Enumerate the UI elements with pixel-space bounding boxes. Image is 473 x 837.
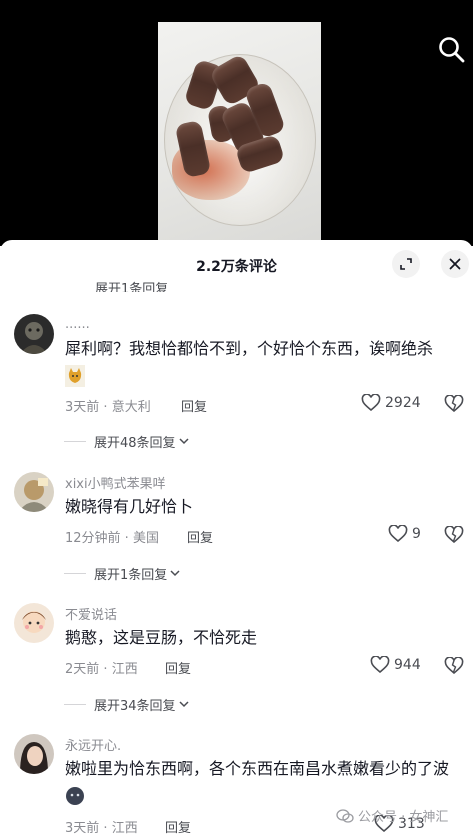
watermark-text: 公众号 · 女神汇 [358, 810, 449, 825]
comment-meta: 2天前 · 江西 [65, 662, 138, 677]
expand-replies-label: 展开34条回复 [94, 698, 176, 714]
comment-time: 3天前 [65, 400, 100, 415]
expand-replies[interactable]: 展开48条回复 [64, 431, 190, 451]
avatar[interactable] [14, 314, 54, 354]
chevron-down-icon [179, 701, 189, 708]
like-button[interactable]: 944 [370, 656, 421, 674]
username[interactable]: ...... [65, 317, 90, 332]
username[interactable]: 永远开心. [65, 735, 121, 754]
comment-text: 鹅憨，这是豆肠，不恰死走 [65, 628, 258, 647]
comment-text: 嫩晓得有几好恰卜 [65, 497, 194, 516]
heart-icon [370, 656, 390, 674]
comment-meta: 3天前 · 意大利 [65, 400, 151, 415]
search-button[interactable] [436, 34, 468, 66]
username[interactable]: 不爱说话 [65, 604, 117, 623]
reply-button[interactable]: 回复 [187, 527, 213, 546]
video-player[interactable] [0, 0, 473, 246]
heart-icon [388, 525, 408, 543]
comment-location: 江西 [111, 821, 138, 836]
comment-time: 2天前 [65, 662, 100, 677]
video-thumbnail [158, 22, 321, 246]
close-icon [449, 258, 461, 270]
expand-replies-label: 展开1条回复 [94, 567, 168, 583]
avatar[interactable] [14, 472, 54, 512]
broken-heart-icon [444, 656, 464, 675]
comment-time: 3天前 [65, 821, 100, 836]
comment-text-body: 犀利啊？我想恰都恰不到，个好恰个东西，诶啊绝杀 [65, 339, 434, 358]
comment-location: 意大利 [111, 400, 151, 415]
like-count: 944 [394, 657, 421, 673]
reply-button[interactable]: 回复 [165, 658, 191, 677]
like-button[interactable]: 2924 [361, 394, 421, 412]
chevron-down-icon [179, 438, 189, 445]
collapse-icon [400, 258, 412, 270]
expand-replies-label: 展开48条回复 [94, 435, 176, 451]
dislike-button[interactable] [444, 394, 464, 417]
reply-button[interactable]: 回复 [181, 396, 207, 415]
heart-icon [361, 394, 381, 412]
search-icon [439, 37, 465, 63]
broken-heart-icon [444, 394, 464, 413]
comment-text: 嫩啦里为恰东西啊，各个东西在南昌水煮嫩看少的了波 [65, 756, 461, 808]
avatar[interactable] [14, 603, 54, 643]
avatar[interactable] [14, 734, 54, 774]
comment-location: 美国 [132, 531, 159, 546]
wechat-logo-icon [336, 808, 354, 823]
expand-divider [64, 440, 86, 442]
partial-reply-clip: 展开1条回复 [0, 274, 473, 292]
username[interactable]: xixi小鸭式苯果咩 [65, 473, 166, 492]
comment-meta: 12分钟前 · 美国 [65, 531, 159, 546]
dark-face-emoji-icon [66, 786, 84, 805]
dislike-button[interactable] [444, 656, 464, 679]
dislike-button[interactable] [444, 525, 464, 548]
chevron-down-icon [170, 570, 180, 577]
partial-expand-replies[interactable]: 展开1条回复 [95, 278, 168, 292]
comment-time: 12分钟前 [65, 531, 121, 546]
expand-divider [64, 703, 86, 705]
comment-location: 江西 [111, 662, 138, 677]
broken-heart-icon [444, 525, 464, 544]
comment-text: 犀利啊？我想恰都恰不到，个好恰个东西，诶啊绝杀 [65, 336, 461, 388]
expand-replies[interactable]: 展开1条回复 [64, 563, 181, 583]
expand-replies[interactable]: 展开34条回复 [64, 694, 190, 714]
like-button[interactable]: 9 [388, 525, 421, 543]
like-count: 9 [412, 526, 421, 542]
cat-sticker-icon [65, 364, 85, 387]
comment-meta: 3天前 · 江西 [65, 821, 138, 836]
like-count: 2924 [385, 395, 421, 411]
reply-button[interactable]: 回复 [165, 817, 191, 836]
expand-divider [64, 572, 86, 574]
comment-text-body: 嫩啦里为恰东西啊，各个东西在南昌水煮嫩看少的了波 [65, 759, 450, 778]
watermark: 公众号 · 女神汇 [336, 806, 448, 825]
